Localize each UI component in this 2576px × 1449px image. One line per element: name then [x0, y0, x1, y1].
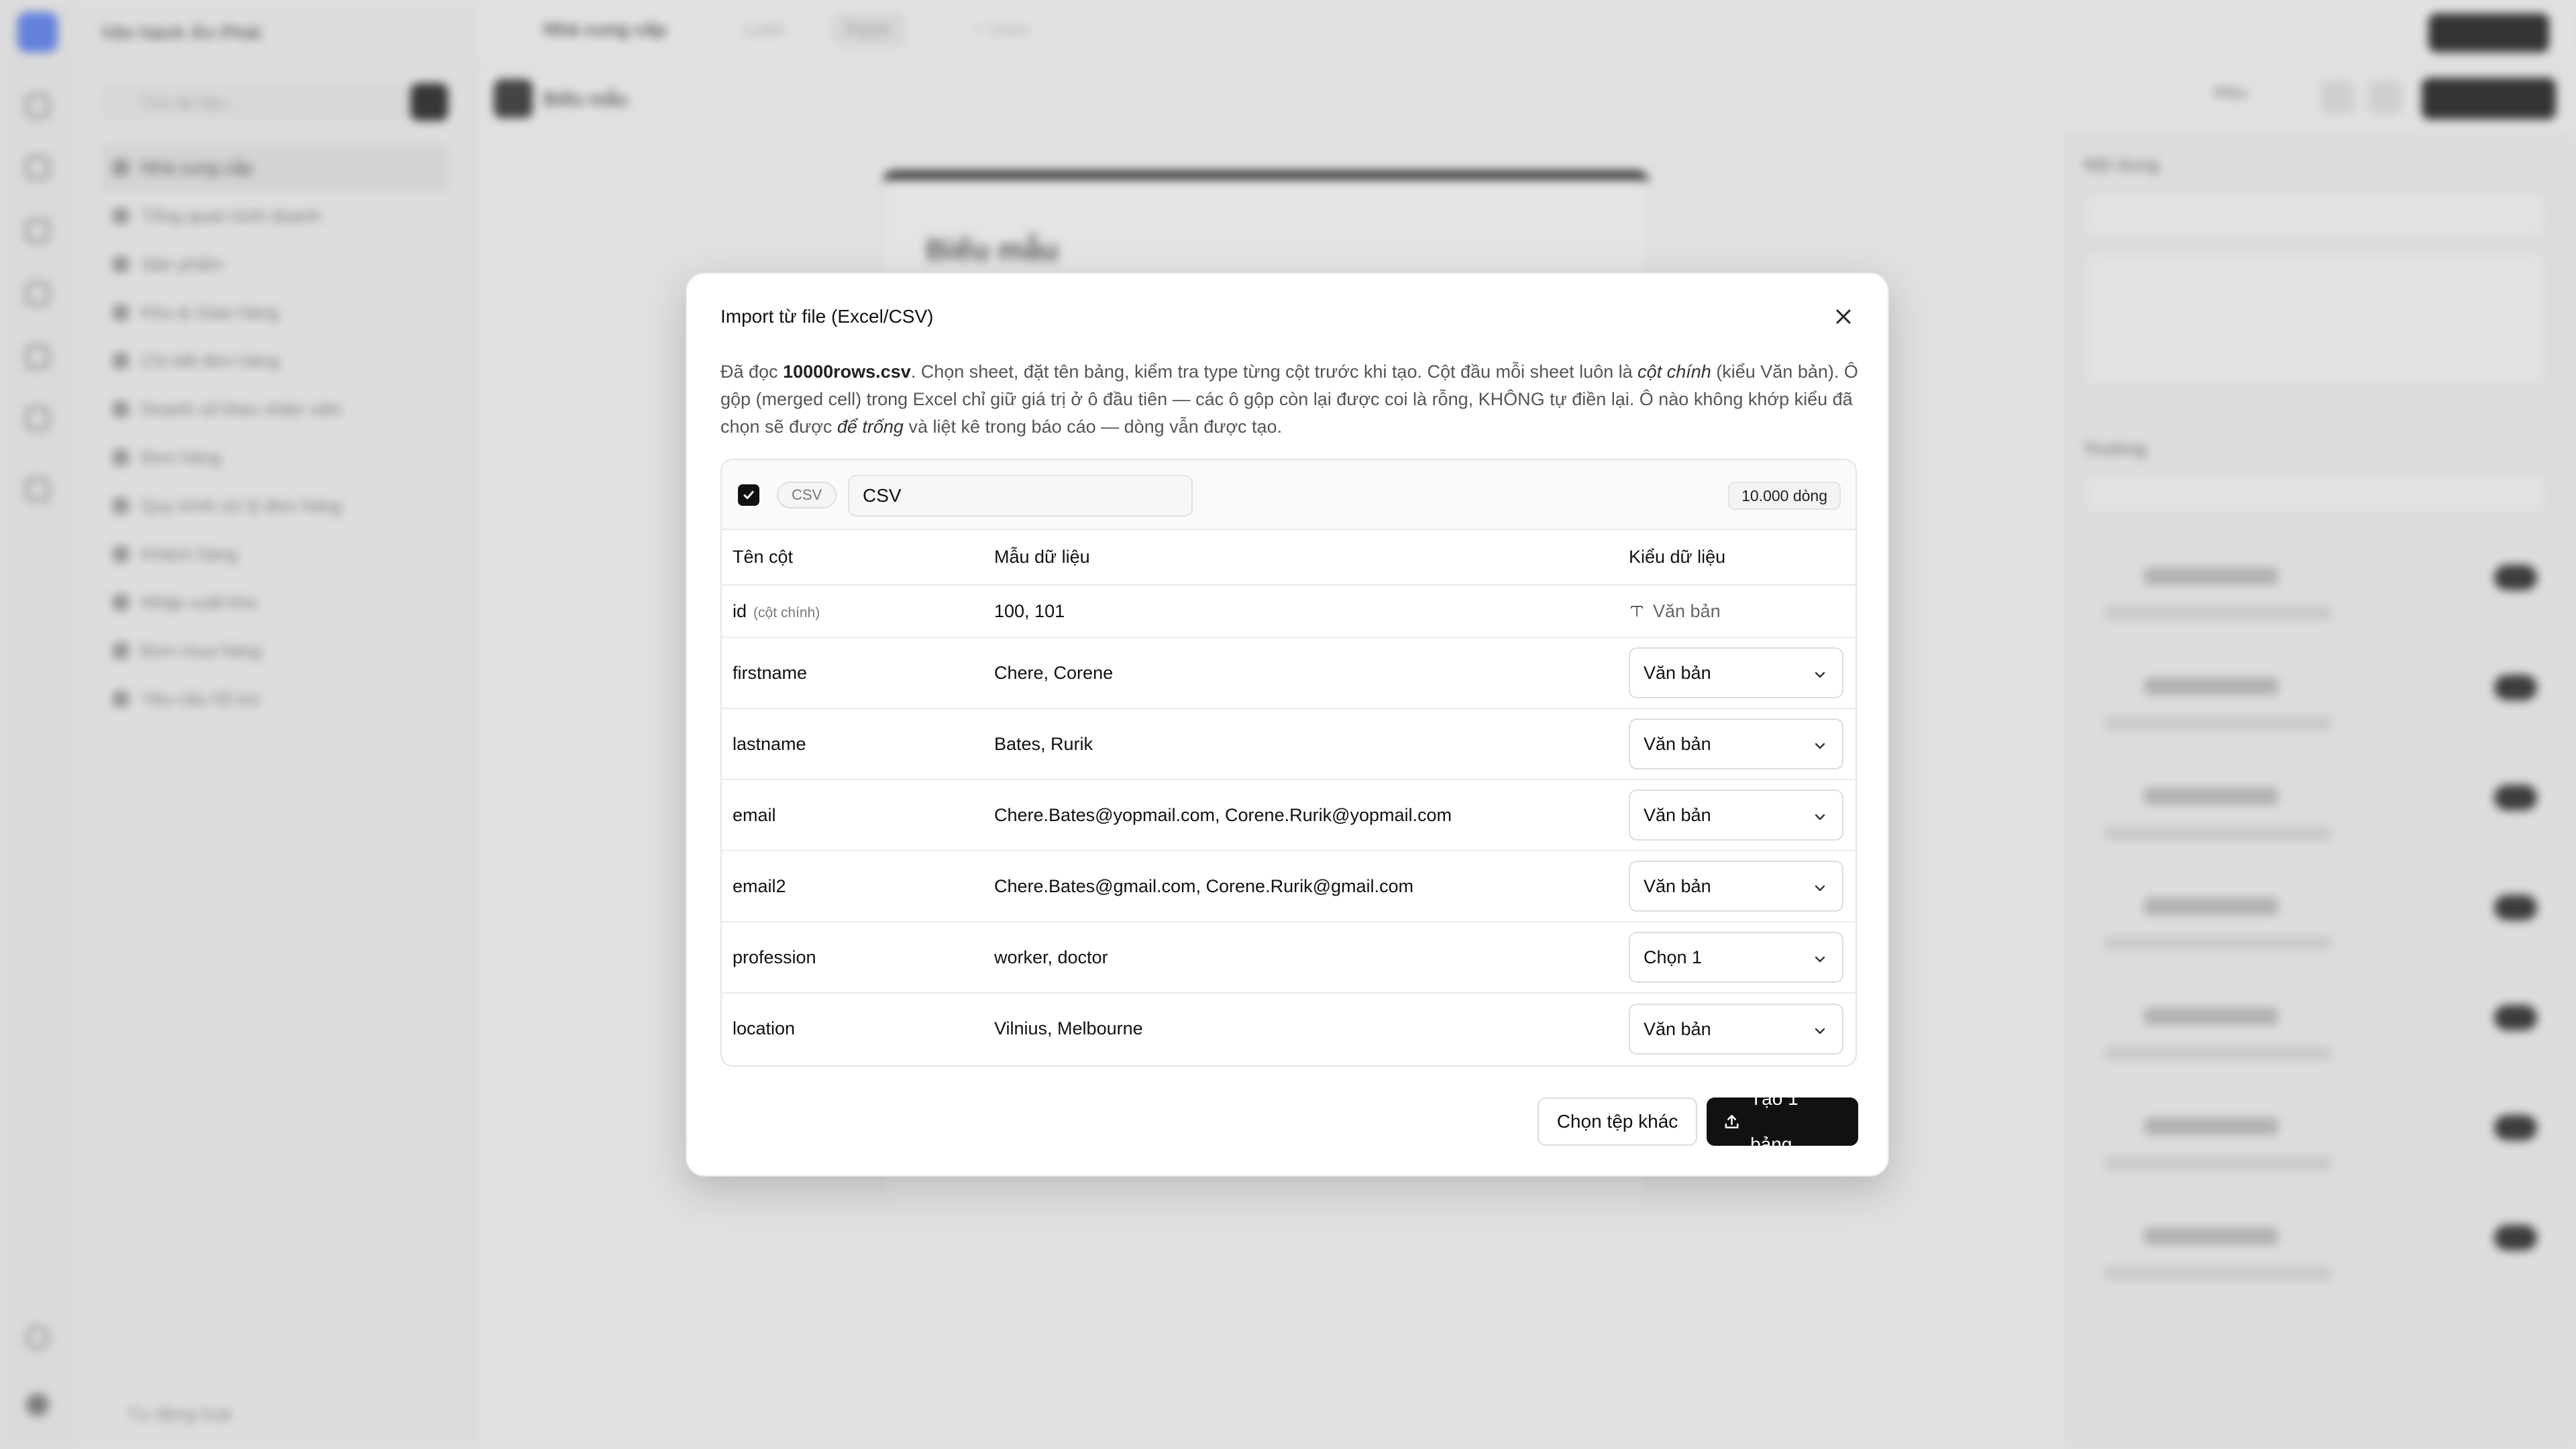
table-row-primary: id (cột chính) 100, 101 Văn bản: [722, 585, 1856, 638]
table-row: lastname Bates, Rurik Văn bản: [722, 708, 1856, 780]
column-name: email2: [722, 851, 983, 922]
create-table-button[interactable]: Tạo 1 bảng: [1707, 1088, 1858, 1155]
type-label: Văn bản: [1653, 600, 1721, 621]
chevron-down-icon: [1815, 814, 1825, 820]
chevron-down-icon: [1815, 956, 1825, 963]
column-name: firstname: [722, 637, 983, 709]
type-select[interactable]: Văn bản: [1629, 718, 1843, 769]
chevron-down-icon: [1815, 672, 1825, 678]
row-count-badge: 10.000 dòng: [1728, 482, 1841, 510]
import-dialog: Import từ file (Excel/CSV) Đã đọc 10000r…: [686, 272, 1889, 1177]
choose-other-file-button[interactable]: Chọn tệp khác: [1538, 1097, 1697, 1146]
sheet-card: CSV CSV 10.000 dòng Tên cột Mẫu dữ liệu …: [720, 459, 1857, 1067]
table-row: profession worker, doctor Chọn 1: [722, 922, 1856, 994]
sample-data: Vilnius, Melbourne: [994, 1018, 1143, 1038]
column-header-type: Kiểu dữ liệu: [1618, 530, 1856, 586]
column-name: email: [722, 780, 983, 851]
table-row: firstname Chere, Corene Văn bản: [722, 637, 1856, 709]
text-type-icon: [1631, 606, 1643, 616]
table-row: email2 Chere.Bates@gmail.com, Corene.Rur…: [722, 851, 1856, 922]
column-header-sample: Mẫu dữ liệu: [983, 530, 1618, 586]
close-icon[interactable]: [1830, 303, 1857, 330]
table-name-input[interactable]: CSV: [848, 475, 1193, 517]
sample-data: Chere.Bates@yopmail.com, Corene.Rurik@yo…: [983, 780, 1618, 851]
file-name: 10000rows.csv: [783, 362, 911, 382]
column-name: location: [733, 1018, 796, 1038]
chevron-down-icon: [1815, 743, 1825, 749]
type-select[interactable]: Văn bản: [1629, 861, 1843, 912]
column-header-name: Tên cột: [722, 530, 983, 586]
sheet-header: CSV CSV 10.000 dòng: [722, 460, 1856, 530]
column-name: profession: [722, 922, 983, 994]
primary-note: (cột chính): [753, 604, 820, 621]
sample-data: 100, 101: [983, 585, 1618, 638]
type-select[interactable]: Văn bản: [1629, 1003, 1843, 1055]
table-row: location Vilnius, Melbourne Văn bản: [722, 993, 1856, 1064]
table-row: email Chere.Bates@yopmail.com, Corene.Ru…: [722, 780, 1856, 851]
upload-icon: [1725, 1115, 1739, 1128]
column-name: id (cột chính): [722, 585, 983, 638]
chevron-down-icon: [1815, 1028, 1825, 1034]
chevron-down-icon: [1815, 885, 1825, 892]
sample-data: worker, doctor: [983, 922, 1618, 994]
dialog-description: Đã đọc 10000rows.csv. Chọn sheet, đặt tê…: [720, 362, 1858, 437]
sample-data: Chere, Corene: [983, 637, 1618, 709]
type-select[interactable]: Văn bản: [1629, 790, 1843, 841]
type-select[interactable]: Văn bản: [1629, 647, 1843, 698]
file-type-tag: CSV: [777, 482, 837, 508]
sample-data: Bates, Rurik: [983, 708, 1618, 780]
type-cell: Văn bản: [1618, 585, 1856, 638]
columns-table: Tên cột Mẫu dữ liệu Kiểu dữ liệu id (cột …: [722, 530, 1856, 1064]
sheet-checkbox[interactable]: [738, 484, 759, 506]
dialog-title: Import từ file (Excel/CSV): [720, 306, 934, 327]
table-header-row: Tên cột Mẫu dữ liệu Kiểu dữ liệu: [722, 530, 1856, 586]
column-name: lastname: [722, 708, 983, 780]
sample-data: Chere.Bates@gmail.com, Corene.Rurik@gmai…: [983, 851, 1618, 922]
type-select[interactable]: Chọn 1: [1629, 932, 1843, 983]
